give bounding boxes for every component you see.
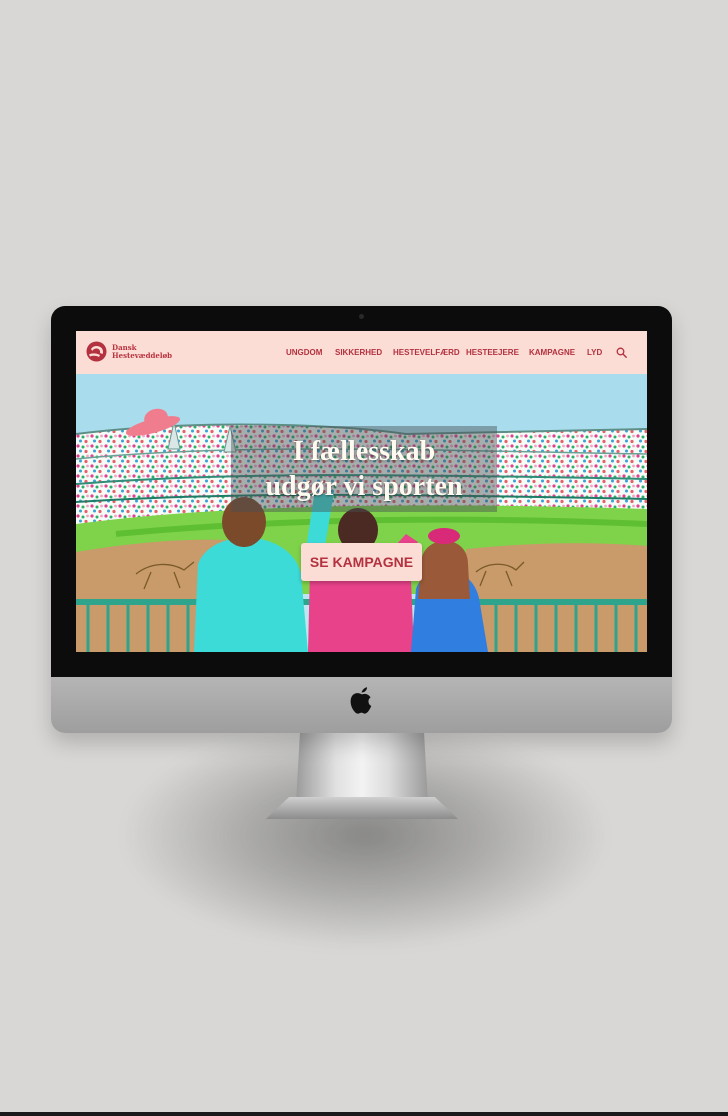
site-header: Dansk Hestevæddeløb UNGDOM SIKKERHED HES… <box>76 331 647 374</box>
site-logo-text: Dansk Hestevæddeløb <box>112 344 192 360</box>
nav-item-hesteejere[interactable]: HESTEEJERE <box>466 348 519 357</box>
nav-item-hestevelfaerd[interactable]: HESTEVELFÆRD <box>393 348 460 357</box>
apple-logo-icon <box>350 687 372 714</box>
monitor-stand-base <box>266 797 458 819</box>
headline-line1: I fællesskab <box>292 436 436 467</box>
headline-line2: udgør vi sporten <box>265 471 463 502</box>
camera-dot <box>359 314 364 319</box>
bottom-edge <box>0 1112 728 1116</box>
nav-item-ungdom[interactable]: UNGDOM <box>286 348 322 357</box>
nav-item-sikkerhed[interactable]: SIKKERHED <box>335 348 382 357</box>
hero-headline: I fællesskab udgør vi sporten <box>226 434 502 504</box>
nav-item-lyd[interactable]: LYD <box>587 348 602 357</box>
nav-item-kampagne[interactable]: KAMPAGNE <box>529 348 575 357</box>
horse-logo-icon <box>86 341 107 362</box>
website-screen: Dansk Hestevæddeløb UNGDOM SIKKERHED HES… <box>76 331 647 652</box>
search-icon[interactable] <box>616 347 627 358</box>
monitor-stand-neck <box>296 733 428 803</box>
hero-section: I fællesskab udgør vi sporten SE KAMPAGN… <box>76 374 647 652</box>
logo-text-line2: Hestevæddeløb <box>112 351 173 360</box>
se-kampagne-button[interactable]: SE KAMPAGNE <box>301 543 422 581</box>
hero-illustration <box>76 374 647 652</box>
